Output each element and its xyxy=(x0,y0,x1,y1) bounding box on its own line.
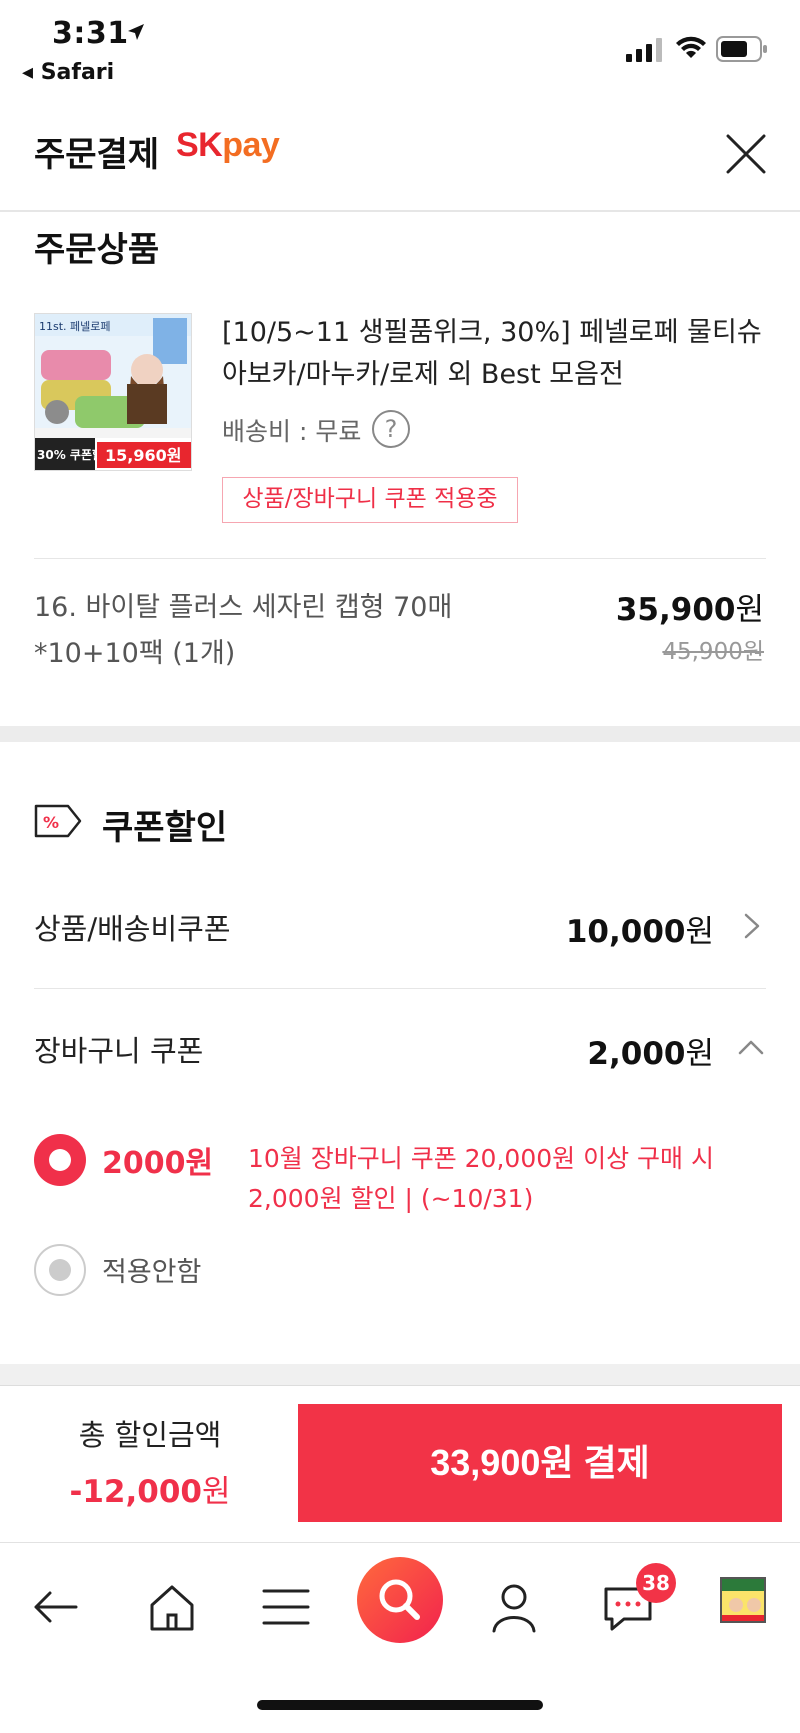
shipping-fee: 배송비 : 무료 xyxy=(222,417,362,446)
search-icon xyxy=(379,1579,420,1620)
cellular-signal-icon xyxy=(626,38,662,62)
product-image: 11st. 페넬로페 30% 쿠폰할인 15,960원 xyxy=(35,314,191,470)
location-arrow-icon xyxy=(128,24,144,40)
page-title: 주문결제 xyxy=(34,135,160,175)
cart-coupon-value[interactable]: 2,000원 xyxy=(587,1028,714,1073)
help-icon[interactable]: ? xyxy=(372,410,410,448)
divider xyxy=(34,988,766,989)
checkout-header: 주문결제 SKpay xyxy=(0,112,800,212)
thumb-price-text: 15,960원 xyxy=(105,446,181,465)
original-price: 45,900원 xyxy=(662,639,764,665)
coupon-option-amount[interactable]: 2000원 xyxy=(102,1138,213,1182)
product-thumbnail[interactable]: 11st. 페넬로페 30% 쿠폰할인 15,960원 xyxy=(34,313,192,471)
divider xyxy=(34,558,766,559)
option-name: 16. 바이탈 플러스 세자린 캡형 70매*10+10팩 (1개) xyxy=(34,592,453,669)
section-gap xyxy=(0,1364,800,1386)
battery-icon xyxy=(716,36,767,62)
coupon-icon: % xyxy=(34,804,82,838)
status-bar: 3:31 ◂ Safari xyxy=(0,0,800,92)
thumb-brand-text: 11st. 페넬로페 xyxy=(39,320,111,333)
chat-badge: 38 xyxy=(636,1563,676,1603)
total-discount-label: 총 할인금액 xyxy=(78,1418,222,1452)
no-coupon-label[interactable]: 적용안함 xyxy=(102,1250,201,1289)
sk-pay-logo: SKpay xyxy=(176,126,280,164)
pay-button[interactable]: 33,900원 결제 xyxy=(298,1404,782,1522)
sale-price: 35,900원 xyxy=(615,592,764,628)
menu-icon[interactable] xyxy=(258,1579,314,1635)
chevron-up-icon[interactable] xyxy=(738,1035,764,1061)
coupon-option-description: 10월 장바구니 쿠폰 20,000원 이상 구매 시 2,000원 할인 | … xyxy=(248,1144,714,1213)
home-icon[interactable] xyxy=(144,1579,200,1635)
status-time: 3:31 xyxy=(52,16,129,51)
order-section-title: 주문상품 xyxy=(34,230,160,270)
close-icon[interactable] xyxy=(722,130,770,178)
coupon-applied-badge: 상품/장바구니 쿠폰 적용중 xyxy=(222,477,518,523)
back-app-label: Safari xyxy=(40,60,115,85)
user-icon[interactable] xyxy=(486,1579,542,1635)
back-to-app-link[interactable]: ◂ Safari xyxy=(22,60,114,85)
product-coupon-label[interactable]: 상품/배송비쿠폰 xyxy=(34,906,231,948)
cart-coupon-label[interactable]: 장바구니 쿠폰 xyxy=(34,1028,203,1070)
coupon-section-title: 쿠폰할인 xyxy=(102,808,228,848)
recent-item-image xyxy=(722,1579,764,1621)
coupon-icon-symbol: % xyxy=(43,813,59,832)
no-coupon-radio[interactable] xyxy=(34,1244,86,1296)
coupon-option-radio-selected[interactable] xyxy=(34,1134,86,1186)
home-indicator xyxy=(257,1700,543,1710)
back-arrow-icon[interactable] xyxy=(28,1579,84,1635)
recent-item-thumbnail[interactable] xyxy=(720,1577,766,1623)
wifi-icon xyxy=(676,36,706,58)
total-discount-value: -12,000원 xyxy=(69,1474,231,1510)
section-gap xyxy=(0,726,800,742)
product-coupon-value[interactable]: 10,000원 xyxy=(566,906,714,951)
search-button[interactable] xyxy=(357,1557,443,1643)
product-name[interactable]: [10/5~11 생필품위크, 30%] 페넬로페 물티슈 아보카/마누카/로제… xyxy=(222,312,762,396)
chevron-right-icon[interactable] xyxy=(738,913,764,939)
